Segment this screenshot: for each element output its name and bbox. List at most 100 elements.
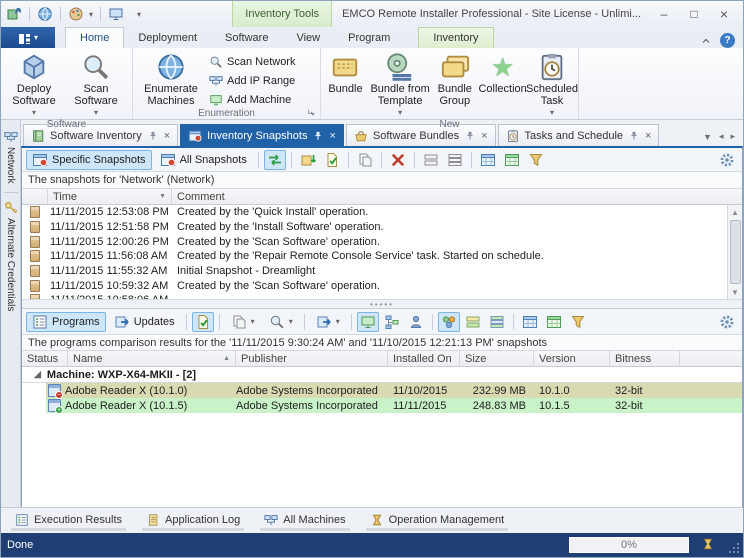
- programs-settings-button[interactable]: [716, 312, 738, 332]
- scroll-up-icon[interactable]: ▲: [728, 205, 742, 219]
- enumerate-machines-button[interactable]: Enumerate Machines: [135, 50, 207, 107]
- all-snapshots-button[interactable]: All Snapshots: [154, 150, 253, 170]
- ribbon-tab-software[interactable]: Software: [211, 27, 282, 48]
- highlight-changes-button[interactable]: [438, 312, 460, 332]
- ribbon-tab-view[interactable]: View: [282, 27, 334, 48]
- best-fit-columns-button[interactable]: [501, 150, 523, 170]
- size-column-header[interactable]: Size: [460, 351, 534, 366]
- display-options-icon[interactable]: [108, 6, 124, 22]
- close-tab-icon[interactable]: ×: [645, 130, 651, 142]
- tab-list-dropdown-icon[interactable]: ▼: [703, 132, 712, 142]
- pin-icon[interactable]: [464, 130, 476, 142]
- application-menu-button[interactable]: ▾: [1, 27, 55, 48]
- scan-software-button[interactable]: Scan Software▾: [65, 50, 127, 119]
- row-auto-height-button[interactable]: [420, 150, 442, 170]
- snapshot-row[interactable]: 11/11/2015 10:59:32 AMCreated by the 'Sc…: [22, 278, 727, 293]
- dock-tab-execution-results[interactable]: Execution Results: [11, 510, 126, 531]
- resize-grip[interactable]: [728, 542, 740, 554]
- deploy-software-button[interactable]: Deploy Software▾: [3, 50, 65, 119]
- dock-tab-all-machines[interactable]: All Machines: [260, 510, 349, 531]
- snapshot-row[interactable]: 11/11/2015 12:51:58 PMCreated by the 'In…: [22, 220, 727, 235]
- name-column-header[interactable]: Name▲: [68, 351, 236, 366]
- validate-snapshot-button[interactable]: [321, 150, 343, 170]
- side-tab-network[interactable]: Network: [4, 126, 18, 188]
- filter-button[interactable]: [567, 312, 589, 332]
- copy-snapshot-button[interactable]: [354, 150, 376, 170]
- new-bundle-from-template-button[interactable]: Bundle from Template▾: [368, 50, 432, 119]
- program-row-added[interactable]: +Adobe Reader X (10.1.5) Adobe Systems I…: [22, 398, 742, 413]
- close-tab-icon[interactable]: ×: [164, 130, 170, 142]
- add-machine-button[interactable]: Add Machine: [207, 91, 301, 108]
- snapshot-row[interactable]: 11/11/2015 12:53:08 PMCreated by the 'Qu…: [22, 205, 727, 220]
- snapshot-row[interactable]: 11/11/2015 12:00:26 PMCreated by the 'Sc…: [22, 234, 727, 249]
- program-row-removed[interactable]: −Adobe Reader X (10.1.0) Adobe Systems I…: [22, 383, 742, 398]
- app-logo-icon[interactable]: [6, 6, 22, 22]
- compare-snapshots-button[interactable]: [264, 150, 286, 170]
- group-expand-icon[interactable]: ◢: [34, 369, 41, 380]
- ribbon-tab-program[interactable]: Program: [334, 27, 404, 48]
- group-by-machine-button[interactable]: [357, 312, 379, 332]
- scroll-down-icon[interactable]: ▼: [728, 285, 742, 299]
- comment-column-header[interactable]: Comment: [172, 189, 742, 204]
- new-collection-button[interactable]: ★ Collection: [477, 50, 528, 95]
- pin-icon[interactable]: [312, 130, 324, 142]
- theme-dropdown-arrow[interactable]: ▾: [89, 10, 93, 19]
- new-scheduled-task-button[interactable]: Scheduled Task▾: [528, 50, 576, 119]
- qat-customize-arrow[interactable]: ▾: [137, 10, 141, 19]
- programs-view-button[interactable]: Programs: [26, 312, 106, 332]
- installed-on-column-header[interactable]: Installed On: [388, 351, 460, 366]
- close-tab-icon[interactable]: ×: [329, 130, 335, 142]
- icon-column-header[interactable]: [22, 189, 48, 204]
- close-button[interactable]: ×: [711, 5, 737, 23]
- scrollbar-thumb[interactable]: [730, 220, 741, 284]
- dock-tab-application-log[interactable]: Application Log: [142, 510, 244, 531]
- new-bundle-button[interactable]: Bundle: [323, 50, 368, 95]
- ribbon-tab-home[interactable]: Home: [65, 27, 124, 48]
- export-results-button[interactable]: ▾: [310, 312, 346, 332]
- publisher-column-header[interactable]: Publisher: [236, 351, 388, 366]
- user-view-button[interactable]: [405, 312, 427, 332]
- help-button[interactable]: ?: [720, 33, 735, 48]
- bitness-column-header[interactable]: Bitness: [610, 351, 680, 366]
- pin-icon[interactable]: [147, 130, 159, 142]
- pane-splitter[interactable]: •••••: [22, 299, 742, 309]
- time-column-header[interactable]: Time ▼: [48, 189, 172, 204]
- print-report-button[interactable]: ▾: [225, 312, 261, 332]
- specific-snapshots-button[interactable]: Specific Snapshots: [26, 150, 152, 170]
- ribbon-tab-inventory[interactable]: Inventory: [418, 27, 493, 48]
- scroll-tabs-left-icon[interactable]: ◂: [719, 131, 724, 142]
- snapshot-row[interactable]: 11/11/2015 11:56:08 AMCreated by the 'Re…: [22, 249, 727, 264]
- dialog-launcher-icon[interactable]: [307, 108, 316, 117]
- scroll-tabs-right-icon[interactable]: ▸: [730, 131, 735, 142]
- collapse-ribbon-icon[interactable]: [700, 35, 712, 47]
- status-column-header[interactable]: Status: [22, 351, 68, 366]
- column-chooser-button[interactable]: [519, 312, 541, 332]
- theme-palette-icon[interactable]: [68, 6, 84, 22]
- add-ip-range-button[interactable]: Add IP Range: [207, 72, 301, 89]
- alt-row-colors-button[interactable]: [486, 312, 508, 332]
- new-bundle-group-button[interactable]: Bundle Group: [432, 50, 477, 107]
- pin-icon[interactable]: [628, 130, 640, 142]
- dock-tab-operation-management[interactable]: Operation Management: [366, 510, 509, 531]
- best-fit-columns-button[interactable]: [543, 312, 565, 332]
- comparison-options-button[interactable]: [192, 312, 214, 332]
- minimize-button[interactable]: –: [651, 5, 677, 23]
- maximize-button[interactable]: □: [681, 5, 707, 23]
- snapshots-settings-button[interactable]: [716, 150, 738, 170]
- column-chooser-button[interactable]: [477, 150, 499, 170]
- version-column-header[interactable]: Version: [534, 351, 610, 366]
- filter-button[interactable]: [525, 150, 547, 170]
- row-fixed-height-button[interactable]: [444, 150, 466, 170]
- tree-view-button[interactable]: [381, 312, 403, 332]
- close-tab-icon[interactable]: ×: [481, 130, 487, 142]
- doc-tab-inventory-snapshots[interactable]: Inventory Snapshots ×: [180, 124, 344, 146]
- import-snapshot-button[interactable]: [297, 150, 319, 170]
- report-options-button[interactable]: ▾: [263, 312, 299, 332]
- scan-network-button[interactable]: Scan Network: [207, 53, 301, 70]
- snapshot-row[interactable]: 11/11/2015 11:55:32 AMInitial Snapshot -…: [22, 264, 727, 279]
- ribbon-tab-deployment[interactable]: Deployment: [124, 27, 211, 48]
- vertical-scrollbar[interactable]: ▲ ▼: [727, 205, 742, 299]
- machine-group-row[interactable]: ◢ Machine: WXP-X64-MKII - [2]: [22, 367, 742, 383]
- row-colors-button[interactable]: [462, 312, 484, 332]
- network-enumeration-icon[interactable]: [37, 6, 53, 22]
